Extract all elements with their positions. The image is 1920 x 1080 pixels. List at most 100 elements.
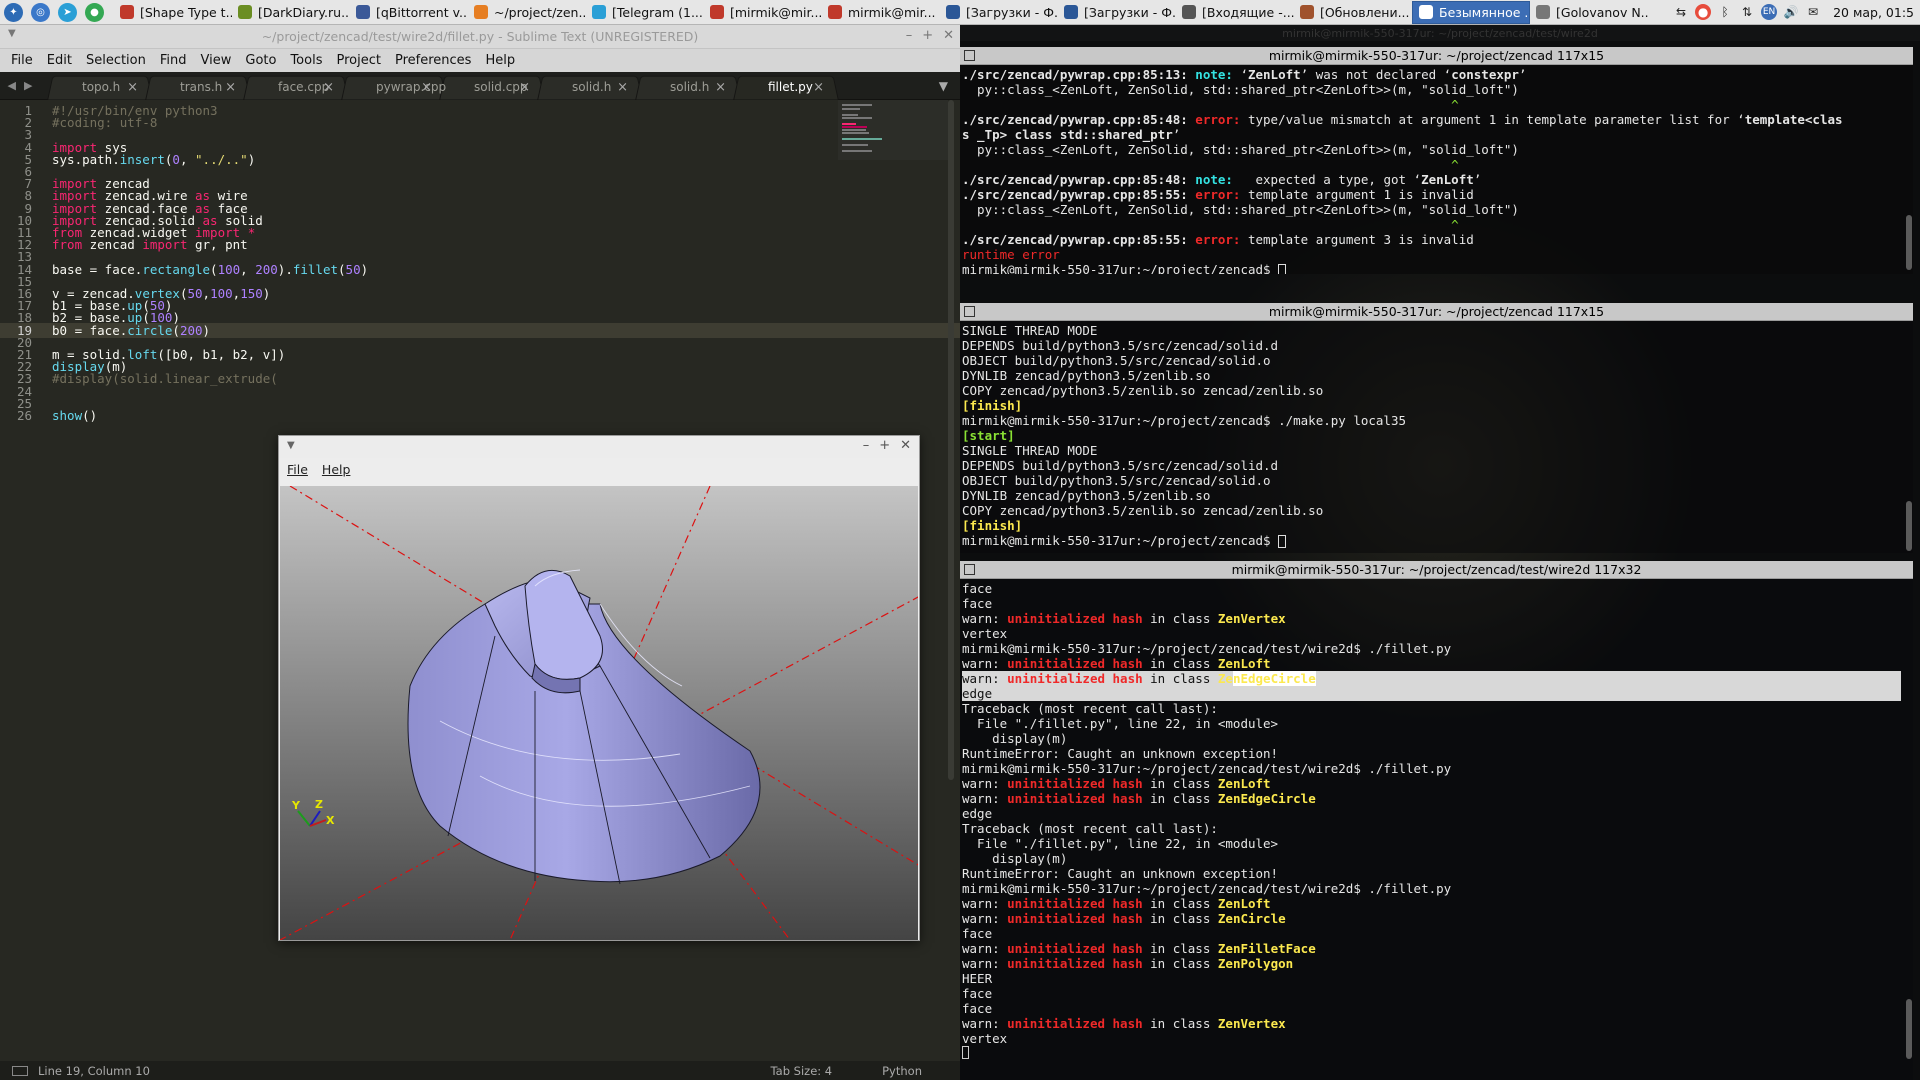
viewer-menu-help[interactable]: Help: [322, 462, 351, 477]
terminal-window-titlebar: mirmik@mirmik-550-317ur: ~/project/zenca…: [960, 25, 1920, 41]
tab-label: solid.h: [670, 80, 710, 94]
minimize-icon[interactable]: –: [906, 28, 913, 43]
tab-prev-icon[interactable]: ◀: [8, 79, 16, 92]
tab-close-icon[interactable]: ×: [813, 80, 824, 95]
tab-close-icon[interactable]: ×: [715, 80, 726, 95]
cursor-position: Line 19, Column 10: [38, 1063, 150, 1078]
menu-launcher-icon[interactable]: ✦: [4, 2, 23, 22]
tab-dropdown-icon[interactable]: ▼: [939, 79, 948, 93]
code-line: #coding: utf-8: [52, 115, 158, 131]
updates-icon[interactable]: ●: [1695, 4, 1712, 20]
taskbar-task[interactable]: mirmik@mir...: [822, 1, 940, 24]
taskbar-task[interactable]: [Telegram (1...: [586, 1, 704, 24]
terminal-line: SINGLE THREAD MODE: [962, 443, 1098, 458]
tab-next-icon[interactable]: ▶: [24, 79, 32, 92]
tab-close-icon[interactable]: ×: [421, 80, 432, 95]
terminal-line: py::class_<ZenLoft, ZenSolid, std::share…: [962, 82, 1519, 97]
close-icon[interactable]: ✕: [943, 28, 954, 43]
keyboard-layout-icon[interactable]: EN: [1761, 4, 1778, 20]
taskbar-task[interactable]: ~/project/zen...: [468, 1, 586, 24]
3d-viewport[interactable]: Y Z X: [280, 486, 918, 940]
terminal-output[interactable]: face face warn: uninitialized hash in clas…: [962, 581, 1901, 1080]
tab-size[interactable]: Tab Size: 4: [771, 1064, 833, 1078]
taskbar-task[interactable]: [Обновлени...: [1294, 1, 1412, 24]
network-arrows-icon[interactable]: ⇆: [1673, 4, 1689, 20]
viewer-maximize-icon[interactable]: +: [879, 438, 890, 453]
menu-item-file[interactable]: File: [4, 53, 40, 68]
chrome-launcher-icon[interactable]: ●: [85, 2, 104, 22]
viewer-minimize-icon[interactable]: –: [863, 438, 870, 453]
volume-icon[interactable]: 🔊: [1783, 4, 1799, 20]
menu-item-tools[interactable]: Tools: [283, 53, 329, 68]
tab-label: topo.h: [82, 80, 121, 94]
tab-close-icon[interactable]: ×: [127, 80, 138, 95]
taskbar-task[interactable]: [Golovanov N...: [1530, 1, 1648, 24]
tab-label: pywrap.cpp: [376, 80, 447, 94]
menu-item-help[interactable]: Help: [478, 53, 522, 68]
menu-item-project[interactable]: Project: [329, 53, 387, 68]
terminal-line: mirmik@mirmik-550-317ur:~/project/zencad…: [962, 641, 1452, 656]
menu-item-goto[interactable]: Goto: [238, 53, 283, 68]
terminal-output[interactable]: ./src/zencad/pywrap.cpp:85:13: note: ‘Ze…: [962, 67, 1901, 274]
transfer-icon[interactable]: ⇅: [1739, 4, 1755, 20]
minimap[interactable]: [838, 100, 948, 160]
status-bar: Line 19, Column 10 Tab Size: 4 Python: [0, 1061, 960, 1080]
editor-tab[interactable]: fillet.py ×: [726, 75, 846, 99]
tab-close-icon[interactable]: ×: [225, 80, 236, 95]
terminal-pane-middle[interactable]: . mirmik@mirmik-550-317ur: ~/project/zen…: [960, 303, 1913, 553]
menu-item-edit[interactable]: Edit: [40, 53, 79, 68]
panel-toggle-icon[interactable]: [12, 1065, 28, 1076]
taskbar-task[interactable]: [Входящие -...: [1176, 1, 1294, 24]
task-app-icon: [238, 5, 252, 19]
tab-label: face.cpp: [278, 80, 330, 94]
editor-scrollbar[interactable]: [948, 100, 956, 780]
taskbar-task[interactable]: [Загрузки - Ф...: [1058, 1, 1176, 24]
pane-menu-icon[interactable]: .: [964, 564, 975, 575]
maximize-icon[interactable]: +: [922, 28, 933, 43]
terminal-output[interactable]: SINGLE THREAD MODE DEPENDS build/python3.…: [962, 323, 1901, 553]
taskbar-task[interactable]: [qBittorrent v...: [350, 1, 468, 24]
task-app-icon: [1182, 5, 1196, 19]
taskbar-task[interactable]: [Загрузки - Ф...: [940, 1, 1058, 24]
tab-close-icon[interactable]: ×: [617, 80, 628, 95]
clock[interactable]: 20 мар, 01:5: [1833, 5, 1914, 20]
pane-scrollbar[interactable]: [1905, 579, 1913, 1080]
tab-label: solid.h: [572, 80, 612, 94]
viewer-close-icon[interactable]: ✕: [900, 438, 911, 453]
terminal-pane-bottom[interactable]: . mirmik@mirmik-550-317ur: ~/project/zen…: [960, 561, 1913, 1080]
taskbar-task[interactable]: [Shape Type t...: [114, 1, 232, 24]
task-label: [Входящие -...: [1202, 4, 1294, 20]
telegram-launcher-icon[interactable]: ➤: [58, 2, 77, 22]
terminal-line: [finish]: [962, 398, 1023, 413]
bluetooth-icon[interactable]: ᛒ: [1717, 4, 1733, 20]
terminal-line: ./src/zencad/pywrap.cpp:85:55: error: te…: [962, 187, 1474, 202]
menu-item-find[interactable]: Find: [153, 53, 194, 68]
viewer-titlebar: ▼ – + ✕: [279, 436, 919, 458]
taskbar-task[interactable]: [mirmik@mir...: [704, 1, 822, 24]
tab-close-icon[interactable]: ×: [519, 80, 530, 95]
pane-scrollbar[interactable]: [1905, 321, 1913, 553]
terminal-line: face: [962, 581, 993, 596]
terminal-line: ./src/zencad/pywrap.cpp:85:55: error: te…: [962, 232, 1474, 247]
taskbar-task[interactable]: Безымянное ...: [1412, 0, 1530, 24]
terminal-window: mirmik@mirmik-550-317ur: ~/project/zenca…: [960, 25, 1920, 1080]
pane-menu-icon[interactable]: .: [964, 50, 975, 61]
mail-icon[interactable]: ✉: [1805, 4, 1821, 20]
taskbar-task[interactable]: [DarkDiary.ru...: [232, 1, 350, 24]
syntax-selector[interactable]: Python: [882, 1064, 922, 1078]
terminal-line: RuntimeError: Caught an unknown exceptio…: [962, 866, 1279, 881]
viewer-menu-file[interactable]: File: [287, 462, 308, 477]
menu-item-selection[interactable]: Selection: [79, 53, 153, 68]
viewer-menu-icon[interactable]: ▼: [287, 440, 295, 451]
terminal-pane-top[interactable]: . mirmik@mirmik-550-317ur: ~/project/zen…: [960, 47, 1913, 274]
menu-item-preferences[interactable]: Preferences: [388, 53, 478, 68]
browser-launcher-icon[interactable]: ◎: [31, 2, 50, 22]
pane-scrollbar[interactable]: [1905, 65, 1913, 274]
window-menu-icon[interactable]: ▼: [8, 28, 16, 39]
menu-item-view[interactable]: View: [194, 53, 239, 68]
terminal-line: OBJECT build/python3.5/src/zencad/solid.…: [962, 473, 1271, 488]
tab-close-icon[interactable]: ×: [323, 80, 334, 95]
task-label: mirmik@mir...: [848, 4, 936, 20]
pane-menu-icon[interactable]: .: [964, 306, 975, 317]
terminal-line: mirmik@mirmik-550-317ur:~/project/zencad…: [962, 881, 1452, 896]
